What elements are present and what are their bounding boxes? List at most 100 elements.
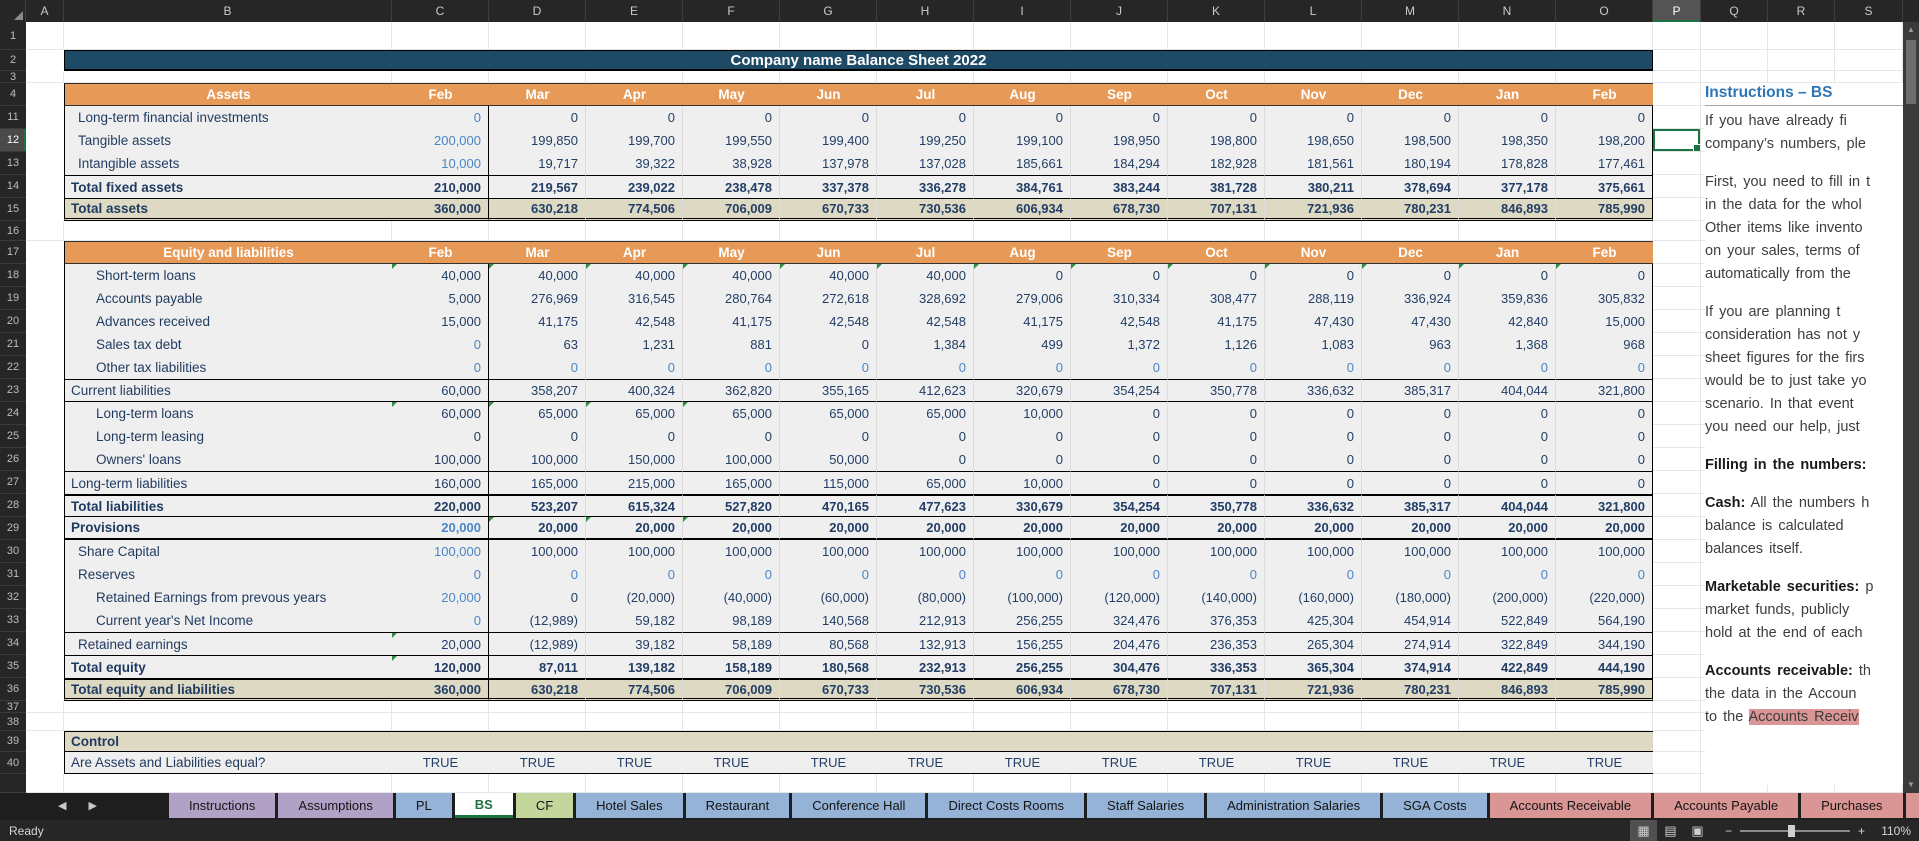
cell[interactable] (1362, 731, 1459, 752)
month-header-cell[interactable]: Feb (392, 241, 489, 264)
value-cell[interactable]: 785,990 (1556, 198, 1653, 221)
cell[interactable] (26, 379, 64, 402)
cell[interactable] (1653, 310, 1701, 333)
value-cell[interactable]: 140,568 (780, 609, 877, 632)
cell[interactable] (877, 701, 974, 713)
zoom-in-icon[interactable]: + (1858, 824, 1865, 838)
value-cell[interactable]: 220,000 (392, 494, 489, 517)
value-cell[interactable]: 0 (1071, 563, 1168, 586)
value-cell[interactable]: 383,244 (1071, 175, 1168, 198)
value-cell[interactable]: 0 (683, 425, 780, 448)
cell[interactable] (26, 701, 64, 713)
cell[interactable] (877, 22, 974, 50)
value-cell[interactable]: 354,254 (1071, 379, 1168, 402)
row-label[interactable]: Advances received (64, 310, 392, 333)
cell[interactable] (1071, 22, 1168, 50)
value-cell[interactable]: 42,840 (1459, 310, 1556, 333)
column-header-B[interactable]: B (64, 0, 392, 22)
value-cell[interactable]: 40,000 (489, 264, 586, 287)
cell[interactable] (780, 22, 877, 50)
value-cell[interactable]: 0 (683, 106, 780, 129)
value-cell[interactable]: 65,000 (780, 402, 877, 425)
value-cell[interactable]: 100,000 (586, 540, 683, 563)
value-cell[interactable]: 360,000 (392, 198, 489, 221)
value-cell[interactable]: 336,632 (1265, 494, 1362, 517)
value-cell[interactable]: 0 (1556, 264, 1653, 287)
cell[interactable] (489, 701, 586, 713)
cell[interactable] (877, 221, 974, 241)
cell[interactable] (1362, 774, 1459, 793)
value-cell[interactable]: 59,182 (586, 609, 683, 632)
value-cell[interactable]: 198,350 (1459, 129, 1556, 152)
control-value-cell[interactable]: TRUE (683, 752, 780, 774)
cell[interactable] (489, 713, 586, 731)
value-cell[interactable]: 0 (1556, 356, 1653, 379)
value-cell[interactable]: 100,000 (1168, 540, 1265, 563)
value-cell[interactable]: 41,175 (489, 310, 586, 333)
value-cell[interactable]: 100,000 (1556, 540, 1653, 563)
value-cell[interactable]: 198,800 (1168, 129, 1265, 152)
value-cell[interactable]: 670,733 (780, 198, 877, 221)
value-cell[interactable]: 678,730 (1071, 198, 1168, 221)
value-cell[interactable]: 362,820 (683, 379, 780, 402)
zoom-slider-thumb[interactable] (1788, 825, 1795, 837)
cell[interactable] (1459, 713, 1556, 731)
value-cell[interactable]: 0 (1071, 471, 1168, 494)
cell[interactable] (1653, 774, 1701, 793)
value-cell[interactable]: 0 (1459, 448, 1556, 471)
cell[interactable] (974, 701, 1071, 713)
month-header-cell[interactable]: Feb (1556, 241, 1653, 264)
value-cell[interactable]: 100,000 (683, 448, 780, 471)
month-header-cell[interactable]: Oct (1168, 83, 1265, 106)
value-cell[interactable]: 210,000 (392, 175, 489, 198)
cell[interactable] (1653, 287, 1701, 310)
cell[interactable] (1071, 221, 1168, 241)
value-cell[interactable]: 58,189 (683, 632, 780, 655)
page-break-view-icon[interactable]: ▣ (1684, 820, 1711, 841)
cell[interactable] (1265, 731, 1362, 752)
row-label[interactable]: Accounts payable (64, 287, 392, 310)
row-header-19[interactable]: 19 (0, 287, 26, 310)
value-cell[interactable]: 215,000 (586, 471, 683, 494)
value-cell[interactable]: 0 (1168, 106, 1265, 129)
control-value-cell[interactable]: TRUE (1168, 752, 1265, 774)
value-cell[interactable]: 721,936 (1265, 678, 1362, 701)
cell[interactable] (26, 50, 64, 71)
row-header-1[interactable]: 1 (0, 22, 26, 50)
value-cell[interactable]: 20,000 (1362, 517, 1459, 540)
value-cell[interactable]: 0 (1459, 356, 1556, 379)
cell[interactable] (26, 402, 64, 425)
cell[interactable] (64, 701, 392, 713)
value-cell[interactable]: 100,000 (1362, 540, 1459, 563)
cell[interactable] (683, 731, 780, 752)
value-cell[interactable]: 42,548 (586, 310, 683, 333)
month-header-cell[interactable]: Jun (780, 83, 877, 106)
value-cell[interactable]: 115,000 (780, 471, 877, 494)
value-cell[interactable]: 1,368 (1459, 333, 1556, 356)
value-cell[interactable]: 280,764 (683, 287, 780, 310)
column-header-A[interactable]: A (26, 0, 64, 22)
value-cell[interactable]: 336,278 (877, 175, 974, 198)
month-header-cell[interactable]: Jul (877, 241, 974, 264)
row-header-22[interactable]: 22 (0, 356, 26, 379)
cell[interactable] (1265, 774, 1362, 793)
value-cell[interactable]: 0 (1362, 425, 1459, 448)
cell[interactable] (1653, 448, 1701, 471)
cell[interactable] (683, 701, 780, 713)
zoom-out-icon[interactable]: − (1725, 824, 1732, 838)
cell[interactable] (1459, 22, 1556, 50)
value-cell[interactable]: 360,000 (392, 678, 489, 701)
value-cell[interactable]: 65,000 (683, 402, 780, 425)
month-header-cell[interactable]: Mar (489, 241, 586, 264)
sheet-tab-direct-costs-rooms[interactable]: Direct Costs Rooms (928, 793, 1084, 818)
value-cell[interactable]: 0 (974, 425, 1071, 448)
value-cell[interactable]: 15,000 (392, 310, 489, 333)
select-all-corner[interactable] (0, 0, 26, 22)
value-cell[interactable]: (12,989) (489, 632, 586, 655)
column-header-O[interactable]: O (1556, 0, 1653, 22)
cell[interactable] (489, 22, 586, 50)
value-cell[interactable]: (160,000) (1265, 586, 1362, 609)
value-cell[interactable]: 422,849 (1459, 655, 1556, 678)
value-cell[interactable]: 0 (392, 106, 489, 129)
row-header-37[interactable]: 37 (0, 701, 26, 713)
